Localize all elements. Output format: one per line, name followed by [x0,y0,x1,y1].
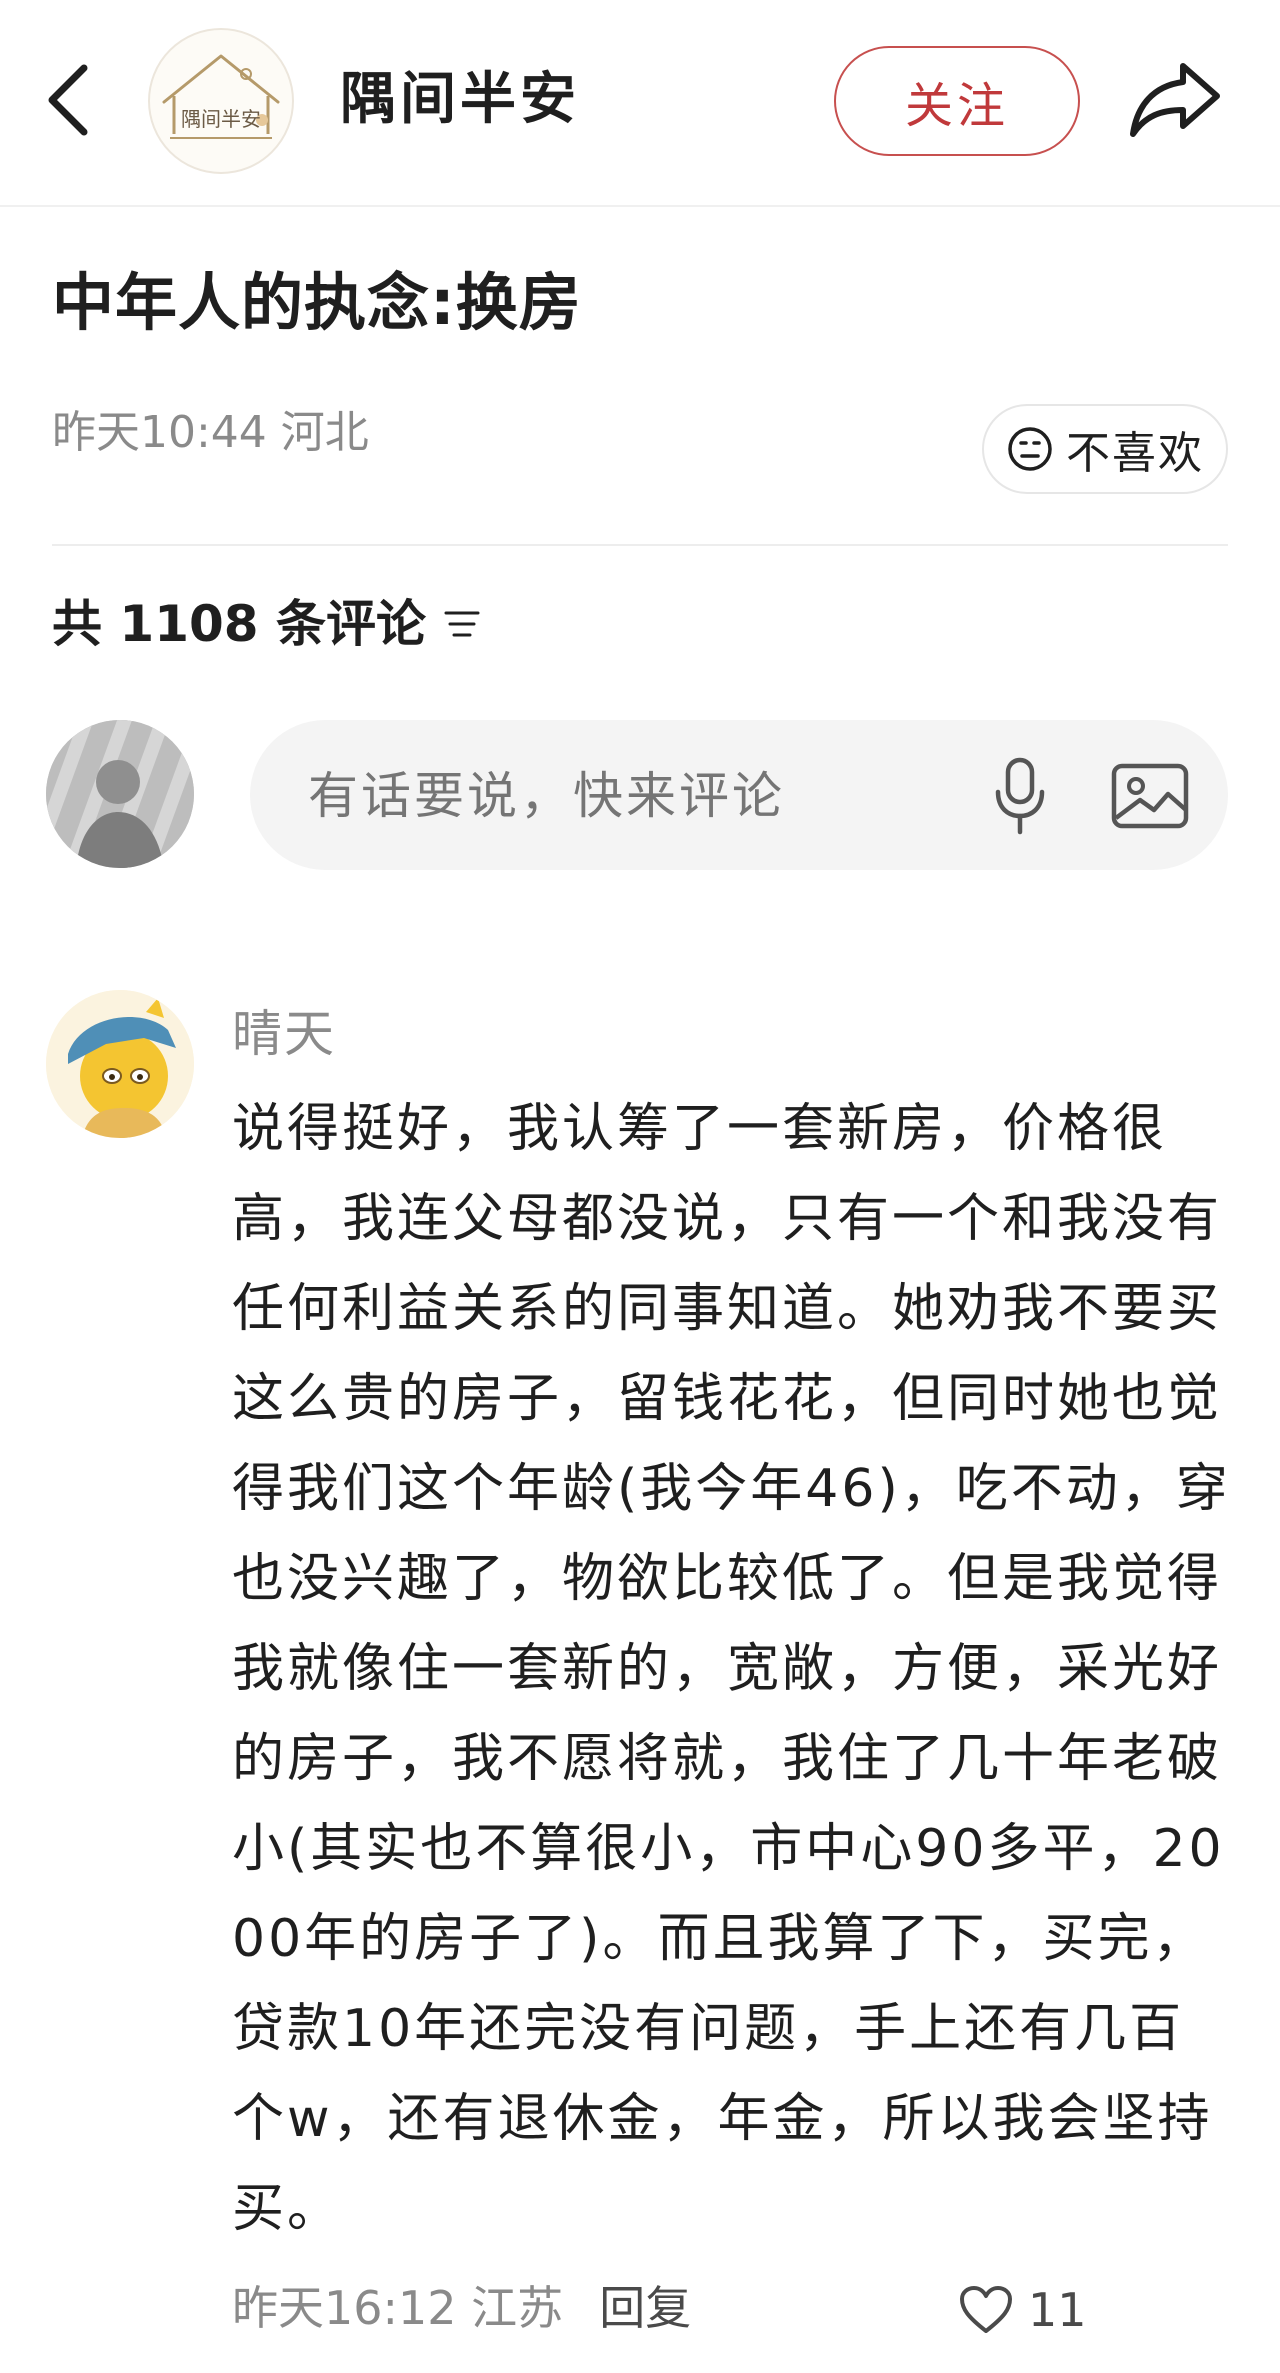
current-user-avatar[interactable] [46,720,194,868]
voice-input-button[interactable] [970,748,1070,844]
post-timestamp-location: 昨天10:44 河北 [52,407,369,458]
heart-icon [960,2286,1012,2333]
logo-text: 隅间半安 [181,107,261,131]
follow-button[interactable]: 关注 [834,46,1080,156]
account-name[interactable]: 隅间半安 [340,60,580,140]
sort-icon [442,607,482,641]
section-divider [52,544,1228,546]
post-title: 中年人的执念:换房 [52,266,582,339]
comment-text: 说得挺好，我认筹了一套新房，价格很高，我连父母都没说，只有一个和我没有任何利益关… [232,1099,1231,2239]
comment-footer: 昨天16:12 江苏 回复 [232,2270,691,2346]
like-button[interactable]: 11 [958,2272,1087,2348]
image-upload-button[interactable] [1100,748,1200,844]
back-icon [48,64,88,136]
microphone-icon [995,757,1045,835]
comment-timestamp-location: 昨天16:12 江苏 [232,2281,564,2335]
account-avatar[interactable]: 隅间半安 [148,28,294,174]
dislike-label: 不喜欢 [1066,428,1204,479]
neutral-face-icon [1008,427,1052,471]
comment-composer[interactable] [250,720,1228,870]
reply-button[interactable]: 回复 [599,2270,691,2346]
comment-count: 共 1108 条评论 [52,595,426,653]
logo-house-icon: 隅间半安 [162,54,280,139]
comment-author[interactable]: 晴天 [232,996,336,1072]
share-button[interactable] [1120,50,1230,150]
header-divider [0,205,1280,207]
image-icon [1111,763,1189,829]
back-button[interactable] [38,55,98,145]
like-count: 11 [1028,2283,1087,2337]
comment-input[interactable] [306,760,950,832]
top-bar: 隅间半安 隅间半安 关注 [0,0,1280,205]
dislike-button[interactable]: 不喜欢 [982,404,1228,494]
comment-count-sort-toggle[interactable]: 共 1108 条评论 [52,586,482,662]
share-icon [1130,63,1220,137]
commenter-avatar[interactable] [46,990,194,1138]
